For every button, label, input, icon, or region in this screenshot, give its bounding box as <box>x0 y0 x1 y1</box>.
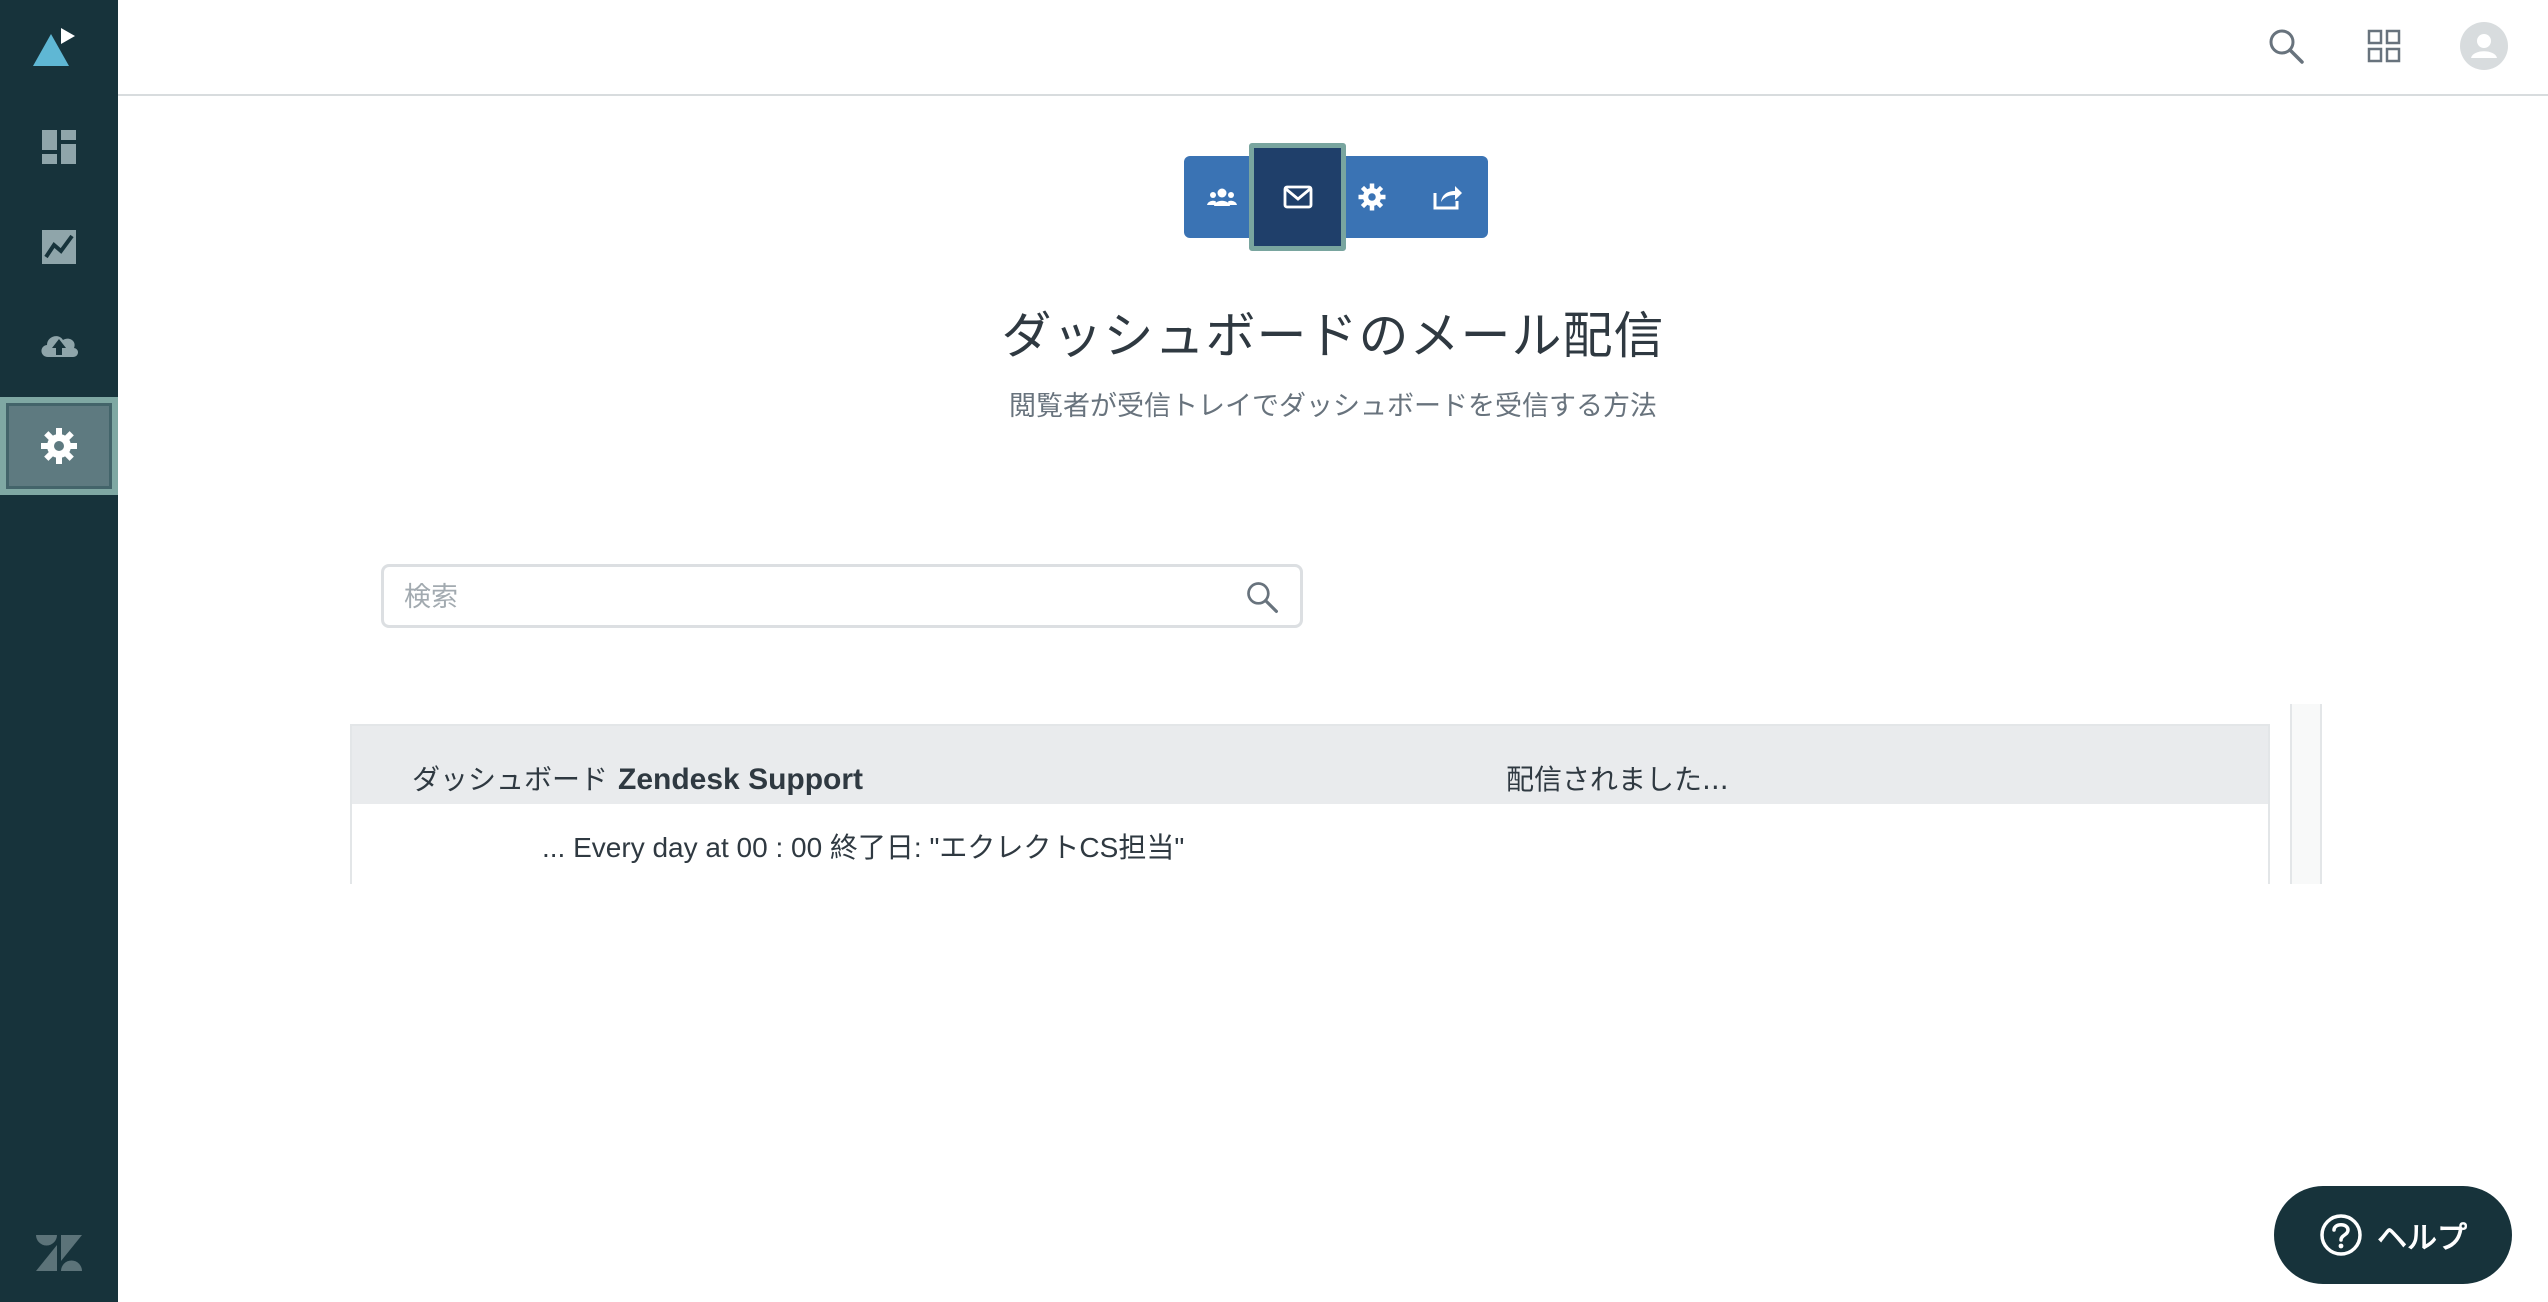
search-icon <box>2269 29 2304 64</box>
zendesk-logo-icon <box>36 1235 82 1271</box>
search-icon <box>1247 582 1278 613</box>
sidebar <box>0 0 118 1302</box>
help-label: ヘルプ <box>2377 1221 2467 1256</box>
dashboard-icon <box>42 130 76 164</box>
search-box <box>381 564 1303 628</box>
table-row[interactable]: ... Every day at 00 : 00 終了日: "エクレクトCS担当… <box>352 804 2268 884</box>
sidebar-item-data-upload[interactable] <box>0 296 118 394</box>
sidebar-item-analytics[interactable] <box>0 198 118 296</box>
search-submit-button[interactable] <box>1244 579 1284 619</box>
toolbar-mail-button[interactable] <box>1249 143 1346 251</box>
table-header-row: ダッシュボード Zendesk Support 配信されました... <box>352 726 2268 804</box>
gear-icon <box>1358 183 1386 211</box>
schedule-cell: ... Every day at 00 : 00 終了日: "エクレクトCS担当… <box>542 832 1185 863</box>
avatar-icon <box>2460 22 2508 70</box>
share-icon <box>1433 186 1462 210</box>
column-header-dashboard[interactable]: ダッシュボード Zendesk Support <box>412 758 863 798</box>
sidebar-item-dashboards[interactable] <box>0 98 118 196</box>
page-title: ダッシュボードのメール配信 <box>1001 307 1665 365</box>
email-schedule-table: ダッシュボード Zendesk Support 配信されました... ... Ev… <box>350 724 2270 884</box>
users-icon <box>1207 188 1237 206</box>
column-header-sent[interactable]: 配信されました... <box>1506 758 1729 798</box>
triangle-logo-icon <box>33 28 75 66</box>
apps-button[interactable] <box>2358 20 2410 72</box>
page-subtitle: 閲覧者が受信トレイでダッシュボードを受信する方法 <box>1009 391 1657 422</box>
sidebar-item-admin[interactable] <box>0 397 118 495</box>
question-circle-icon <box>2320 1214 2362 1256</box>
dashboard-label: ダッシュボード <box>412 763 609 796</box>
table-scrollbar[interactable] <box>2290 704 2322 884</box>
chart-icon <box>42 230 76 264</box>
top-header <box>118 0 2548 96</box>
user-avatar-button[interactable] <box>2458 20 2510 72</box>
toolbar-share-button[interactable] <box>1410 156 1486 238</box>
sidebar-zendesk-logo[interactable] <box>0 1208 118 1298</box>
header-search-button[interactable] <box>2260 20 2312 72</box>
apps-grid-icon <box>2367 29 2401 63</box>
dashboard-name: Zendesk Support <box>618 763 864 796</box>
gear-icon <box>41 428 77 464</box>
help-button[interactable]: ヘルプ <box>2274 1186 2512 1284</box>
sidebar-logo[interactable] <box>0 0 118 94</box>
search-input[interactable] <box>402 573 1226 621</box>
cloud-upload-icon <box>41 336 79 357</box>
mail-icon <box>1283 185 1312 209</box>
